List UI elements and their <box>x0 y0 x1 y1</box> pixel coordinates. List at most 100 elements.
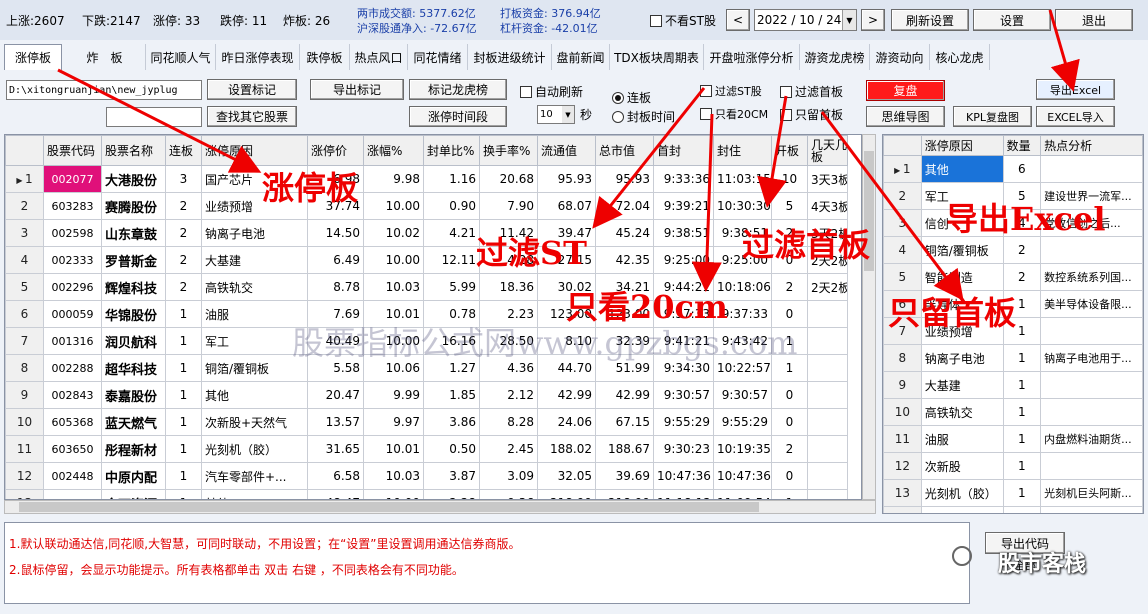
only-20cm-checkbox[interactable]: 只看20CM <box>700 106 768 122</box>
table-cell[interactable]: 45.24 <box>595 219 654 247</box>
table-cell[interactable]: 10 <box>5 408 44 436</box>
refresh-settings-button[interactable]: 刷新设置 <box>891 9 969 31</box>
column-header[interactable]: 几天几板 <box>807 135 848 166</box>
table-cell[interactable]: 5.99 <box>423 273 480 301</box>
table-row[interactable]: 10 605368 蓝天燃气 1 次新股+天然气 13.57 9.97 3.86 8.28 24.… <box>5 408 848 436</box>
limit-period-button[interactable]: 涨停时间段 <box>409 106 507 127</box>
table-cell[interactable]: 6.58 <box>307 462 364 490</box>
table-cell[interactable]: 10 <box>883 398 922 426</box>
table-cell[interactable]: 95.93 <box>537 165 596 193</box>
table-cell[interactable]: 218.99 <box>537 489 596 499</box>
table-cell[interactable]: 0 <box>771 462 808 490</box>
table-cell[interactable]: 0.90 <box>423 192 480 220</box>
table-cell[interactable]: 10.00 <box>363 192 424 220</box>
table-cell[interactable]: 2 <box>165 246 202 274</box>
column-header[interactable]: 涨停原因 <box>920 135 1004 156</box>
table-cell[interactable]: 002296 <box>43 273 102 301</box>
table-cell[interactable]: 9:30:23 <box>653 435 714 463</box>
table-cell[interactable]: 72.04 <box>595 192 654 220</box>
table-row[interactable]: 14汽车零部件18月新能源乘用... <box>883 506 1143 513</box>
table-cell[interactable]: 大基建 <box>201 246 308 274</box>
table-cell[interactable]: 32.05 <box>537 462 596 490</box>
table-cell[interactable]: 汽车零部件+... <box>201 462 308 490</box>
table-cell[interactable] <box>1040 398 1143 426</box>
table-cell[interactable]: 603650 <box>43 435 102 463</box>
table-cell[interactable]: 9:38:51 <box>653 219 714 247</box>
table-cell[interactable]: 9.97 <box>363 408 424 436</box>
table-cell[interactable]: 24.06 <box>537 408 596 436</box>
column-header[interactable]: 连板 <box>165 135 202 166</box>
table-cell[interactable]: 高铁轨交 <box>201 273 308 301</box>
table-cell[interactable]: ▶ 1 <box>5 165 44 193</box>
table-cell[interactable]: 7 <box>5 327 44 355</box>
tab-limit-up[interactable]: 涨停板 <box>4 44 62 70</box>
table-cell[interactable]: 2.28 <box>423 489 480 499</box>
table-cell[interactable]: 605368 <box>43 408 102 436</box>
tab-kpl-analysis[interactable]: 开盘啦涨停分析 <box>704 44 800 70</box>
table-cell[interactable]: 大基建 <box>920 371 1004 399</box>
table-row[interactable]: 9 大基建 1 <box>883 371 1143 399</box>
table-cell[interactable]: 1 <box>1002 344 1042 372</box>
main-vertical-scrollbar[interactable] <box>862 134 876 500</box>
table-cell[interactable]: 10.01 <box>363 435 424 463</box>
tab-yesterday[interactable]: 昨日涨停表现 <box>216 44 300 70</box>
column-header[interactable]: 热点分析 <box>1040 135 1143 156</box>
tab-hot-money[interactable]: 游资动向 <box>870 44 930 70</box>
table-cell[interactable]: 12.11 <box>423 246 480 274</box>
checkbox-box[interactable] <box>520 85 532 98</box>
table-cell[interactable]: 2.12 <box>479 381 538 409</box>
table-cell[interactable]: 汽车零部件 <box>920 506 1004 513</box>
table-row[interactable]: 13603505金石资源1其他48.4710.002.289.36218.992… <box>5 489 848 499</box>
table-cell[interactable]: 钠离子电池 <box>201 219 308 247</box>
table-cell[interactable]: 13 <box>5 489 44 499</box>
radio-dot[interactable] <box>612 91 624 104</box>
table-cell[interactable]: 1 <box>165 300 202 328</box>
tab-board-stats[interactable]: 封板进级统计 <box>468 44 552 70</box>
table-cell[interactable]: 000059 <box>43 300 102 328</box>
table-cell[interactable]: 14 <box>883 506 922 513</box>
table-cell[interactable]: 8月新能源乘用... <box>1040 506 1143 513</box>
column-header[interactable]: 涨停价 <box>307 135 364 166</box>
table-cell[interactable]: 13 <box>883 479 922 507</box>
table-cell[interactable]: 8 <box>883 344 922 372</box>
table-cell[interactable]: 铜箔/覆铜板 <box>920 236 1004 264</box>
table-cell[interactable] <box>807 300 848 328</box>
find-other-stock-button[interactable]: 查找其它股票 <box>207 106 297 127</box>
export-excel-button[interactable]: 导出Excel <box>1036 79 1115 100</box>
table-cell[interactable]: 39.69 <box>595 462 654 490</box>
table-cell[interactable]: 9.99 <box>363 381 424 409</box>
table-cell[interactable]: 大港股份 <box>101 165 166 193</box>
table-cell[interactable]: 002333 <box>43 246 102 274</box>
no-st-checkbox[interactable]: 不看ST股 <box>650 12 716 29</box>
table-cell[interactable]: 1 <box>165 327 202 355</box>
table-cell[interactable]: 2 <box>5 192 44 220</box>
path-input[interactable]: D:\xitongruanjian\new_jyplug <box>6 80 202 100</box>
table-cell[interactable] <box>807 381 848 409</box>
table-cell[interactable]: 2 <box>1002 236 1042 264</box>
table-cell[interactable]: 1 <box>165 462 202 490</box>
table-cell[interactable]: 罗普斯金 <box>101 246 166 274</box>
checkbox-box[interactable] <box>780 85 792 98</box>
table-row[interactable]: ▶ 1 002077 大港股份 3 国产芯片 6.98 9.98 1.16 20.68 95.93… <box>5 165 848 193</box>
column-header[interactable]: 涨幅% <box>363 135 424 166</box>
table-cell[interactable]: 山东章鼓 <box>101 219 166 247</box>
column-header[interactable]: 首封 <box>653 135 714 166</box>
table-cell[interactable]: 1 <box>1002 425 1042 453</box>
table-cell[interactable]: 次新股 <box>920 452 1004 480</box>
dropdown-icon[interactable]: ▼ <box>562 106 574 123</box>
table-cell[interactable] <box>807 408 848 436</box>
export-mark-button[interactable]: 导出标记 <box>310 79 404 100</box>
tab-tdx-cycle[interactable]: TDX板块周期表 <box>610 44 704 70</box>
table-row[interactable]: 2 603283 赛腾股份 2 业绩预增 37.74 10.00 0.90 7.90 68.07 7… <box>5 192 848 220</box>
table-cell[interactable]: 9.98 <box>363 165 424 193</box>
exit-button[interactable]: 退出 <box>1055 9 1133 31</box>
table-cell[interactable] <box>807 327 848 355</box>
table-row[interactable]: 13 光刻机（胶） 1 光刻机巨头阿斯... <box>883 479 1143 507</box>
table-cell[interactable]: 10:30:30 <box>713 192 772 220</box>
table-cell[interactable]: 95.93 <box>595 165 654 193</box>
table-cell[interactable] <box>1040 452 1143 480</box>
checkbox-box[interactable] <box>650 14 662 27</box>
radio-dot[interactable] <box>612 110 624 123</box>
table-cell[interactable]: 31.65 <box>307 435 364 463</box>
table-cell[interactable]: 3天3板 <box>807 165 848 193</box>
